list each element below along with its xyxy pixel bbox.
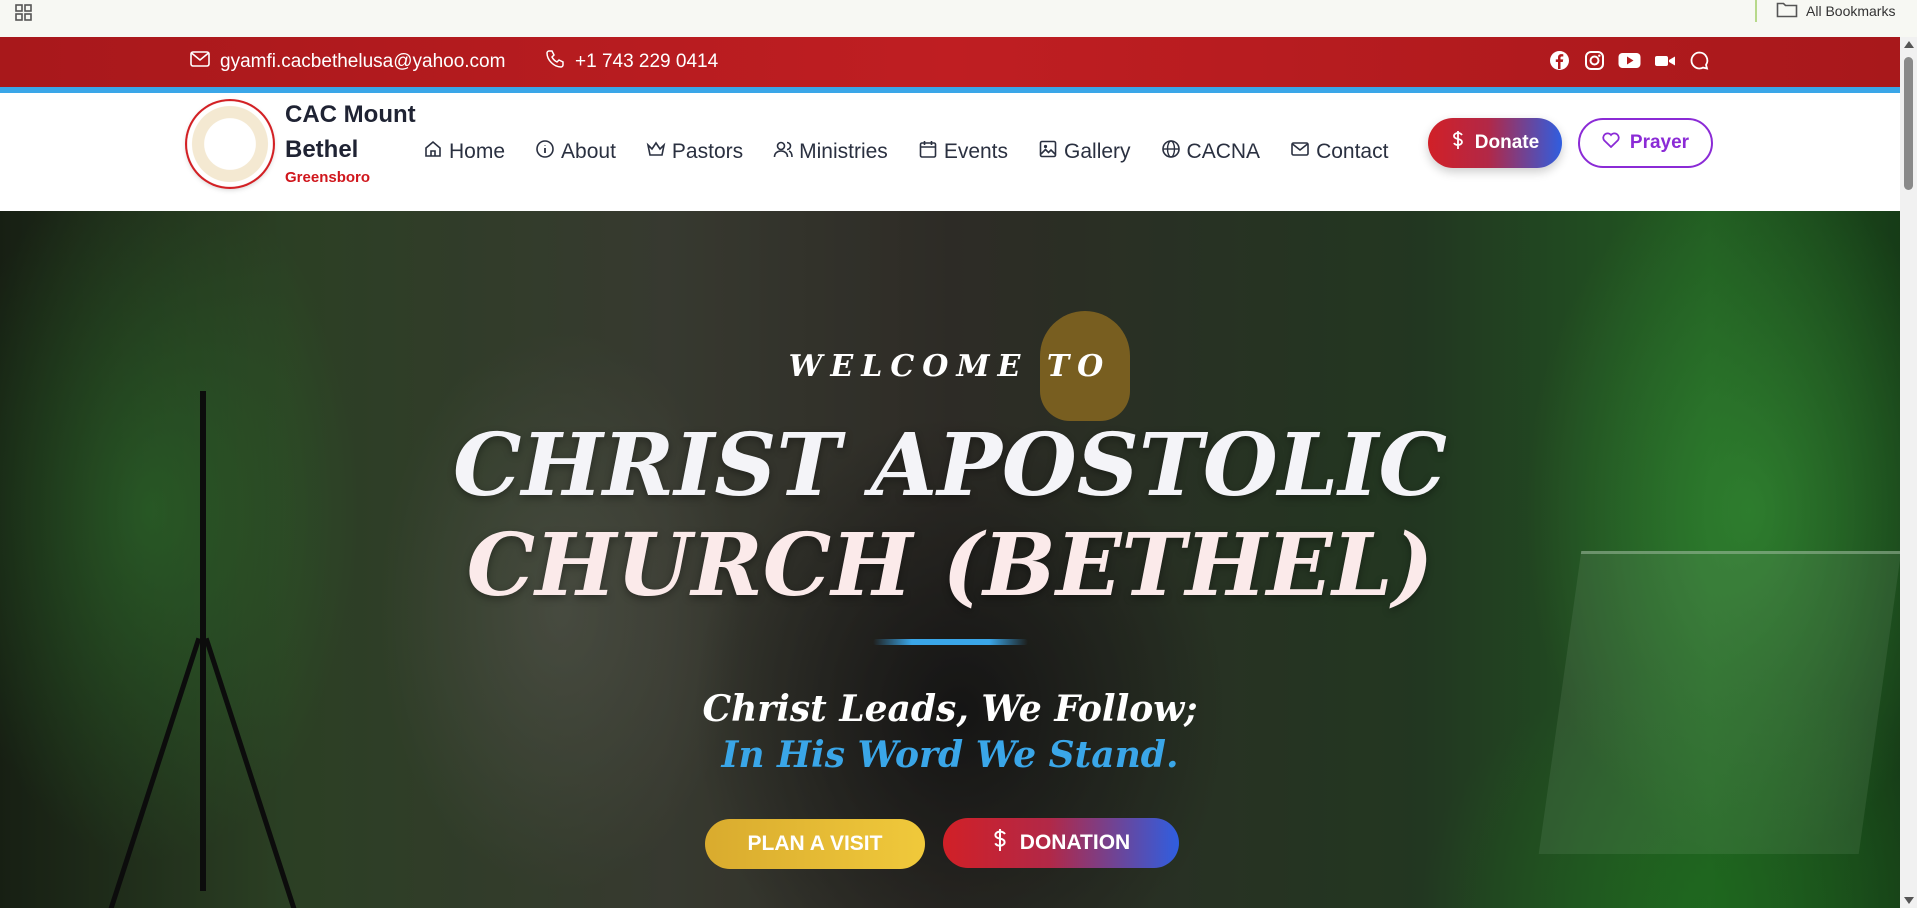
nav-label: CACNA bbox=[1186, 140, 1261, 163]
nav-item-events[interactable]: Events bbox=[918, 139, 1008, 165]
nav-label: Events bbox=[943, 140, 1009, 163]
bookmarks-separator bbox=[1755, 0, 1757, 22]
all-bookmarks-button[interactable]: All Bookmarks bbox=[1776, 1, 1895, 21]
email-text: gyamfi.cacbethelusa@yahoo.com bbox=[220, 51, 506, 72]
phone-link[interactable]: +1 743 229 0414 bbox=[545, 37, 718, 87]
nav-label: About bbox=[561, 140, 616, 163]
nav-item-gallery[interactable]: Gallery bbox=[1038, 139, 1131, 165]
tagline-line-1: Christ Leads, We Follow; bbox=[702, 688, 1198, 730]
heart-icon bbox=[1602, 132, 1620, 154]
donate-label: Donate bbox=[1474, 132, 1540, 153]
brand-name: CAC Mount Bethel bbox=[285, 101, 416, 163]
nav-item-about[interactable]: About bbox=[535, 139, 616, 165]
donation-button[interactable]: DONATION bbox=[943, 818, 1179, 868]
mail-icon bbox=[190, 51, 210, 73]
home-icon bbox=[423, 139, 443, 165]
hero-title-line-1: CHRIST APOSTOLIC bbox=[453, 415, 1447, 516]
email-link[interactable]: gyamfi.cacbethelusa@yahoo.com bbox=[190, 37, 505, 87]
youtube-icon[interactable] bbox=[1618, 49, 1641, 72]
brand-city: Greensboro bbox=[285, 169, 371, 186]
hero-divider bbox=[873, 639, 1028, 645]
instagram-icon[interactable] bbox=[1583, 49, 1606, 72]
hero-title-line-2: CHURCH (BETHEL) bbox=[466, 515, 1434, 616]
facebook-icon[interactable] bbox=[1548, 49, 1571, 72]
nav-label: Gallery bbox=[1064, 140, 1131, 163]
nav-label: Contact bbox=[1316, 140, 1389, 163]
scroll-down-arrow-icon[interactable] bbox=[1904, 897, 1914, 904]
main-nav: Home About Pastors Ministries Events Gal… bbox=[423, 93, 1418, 211]
nav-item-cacna[interactable]: CACNA bbox=[1161, 139, 1261, 165]
church-logo[interactable] bbox=[187, 101, 273, 187]
site-header: CAC Mount Bethel Greensboro Home About P… bbox=[0, 93, 1900, 211]
tagline-line-2: In His Word We Stand. bbox=[721, 734, 1179, 776]
phone-text: +1 743 229 0414 bbox=[575, 51, 719, 72]
plan-visit-label: PLAN A VISIT bbox=[747, 832, 883, 855]
page-scrollbar[interactable] bbox=[1900, 37, 1917, 908]
phone-icon bbox=[545, 49, 565, 75]
all-bookmarks-label: All Bookmarks bbox=[1806, 3, 1896, 19]
crown-icon bbox=[646, 139, 666, 165]
prayer-button[interactable]: Prayer bbox=[1578, 118, 1713, 168]
nav-label: Ministries bbox=[799, 140, 888, 163]
globe-icon bbox=[1161, 139, 1181, 165]
hero-section: WELCOME TO CHRIST APOSTOLIC CHURCH (BETH… bbox=[0, 211, 1900, 908]
hero-tagline: Christ Leads, We Follow; In His Word We … bbox=[0, 686, 1900, 778]
contact-topbar: gyamfi.cacbethelusa@yahoo.com +1 743 229… bbox=[0, 37, 1900, 93]
plan-visit-button[interactable]: PLAN A VISIT bbox=[705, 819, 925, 869]
nav-label: Home bbox=[449, 140, 506, 163]
donation-label: DONATION bbox=[1019, 831, 1131, 854]
dollar-icon bbox=[992, 828, 1008, 858]
bookmarks-bar: All Bookmarks bbox=[0, 0, 1917, 38]
hero-title: CHRIST APOSTOLIC CHURCH (BETHEL) bbox=[0, 416, 1900, 616]
dollar-icon bbox=[1451, 130, 1465, 156]
video-icon[interactable] bbox=[1653, 49, 1676, 72]
brand[interactable]: CAC Mount Bethel Greensboro bbox=[285, 97, 435, 186]
nav-item-home[interactable]: Home bbox=[423, 139, 505, 165]
chat-icon[interactable] bbox=[1688, 49, 1711, 72]
nav-item-pastors[interactable]: Pastors bbox=[646, 139, 743, 165]
nav-item-contact[interactable]: Contact bbox=[1290, 139, 1388, 165]
folder-icon bbox=[1776, 0, 1798, 23]
nav-label: Pastors bbox=[671, 140, 744, 163]
nav-item-ministries[interactable]: Ministries bbox=[773, 139, 888, 165]
apps-grid-icon[interactable] bbox=[14, 3, 34, 23]
mail-icon bbox=[1290, 139, 1310, 165]
donate-button[interactable]: Donate bbox=[1428, 118, 1562, 168]
scroll-up-arrow-icon[interactable] bbox=[1904, 41, 1914, 48]
users-icon bbox=[773, 139, 793, 165]
calendar-icon bbox=[918, 139, 938, 165]
hero-welcome: WELCOME TO bbox=[788, 349, 1112, 384]
image-icon bbox=[1038, 139, 1058, 165]
prayer-label: Prayer bbox=[1629, 132, 1690, 153]
scrollbar-thumb[interactable] bbox=[1904, 57, 1913, 190]
social-links bbox=[1548, 49, 1711, 72]
info-icon bbox=[535, 139, 555, 165]
